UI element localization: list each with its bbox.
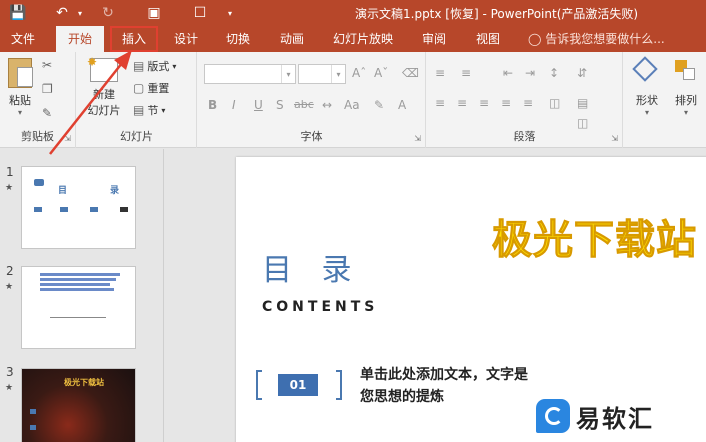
- ribbon-tabs: 文件 开始 插入 设计 切换 动画 幻灯片放映 审阅 视图 ◯ 告诉我您想要做什…: [0, 26, 706, 52]
- layout-button[interactable]: ▤ 版式 ▾: [133, 58, 176, 74]
- slide-number: 3: [6, 365, 14, 379]
- underline-button[interactable]: U: [254, 98, 263, 112]
- undo-dropdown-icon[interactable]: ▾: [70, 3, 90, 23]
- window-title: 演示文稿1.pptx [恢复] - PowerPoint(产品激活失败): [355, 7, 639, 21]
- columns-icon[interactable]: ◫: [549, 96, 560, 110]
- section-icon: ▤: [133, 103, 145, 117]
- highlight-icon[interactable]: ✎: [374, 98, 384, 112]
- slide-thumbnail-2[interactable]: [21, 266, 136, 349]
- align-center-icon[interactable]: ≡: [457, 96, 467, 110]
- slide-number: 2: [6, 264, 14, 278]
- animation-star-icon: ★: [5, 282, 14, 292]
- slide-subtitle[interactable]: CONTENTS: [262, 299, 378, 315]
- justify-icon[interactable]: ≡: [501, 96, 511, 110]
- redo-icon[interactable]: ↻: [98, 3, 118, 23]
- paste-button[interactable]: 粘贴 ▾: [4, 58, 36, 117]
- paragraph-launcher-icon[interactable]: ⇲: [611, 134, 618, 143]
- save-icon[interactable]: 💾: [8, 3, 28, 23]
- font-family-select[interactable]: ▾: [204, 64, 296, 84]
- paragraph-group: ≡ ≡ ⇤ ⇥ ↕ ⇵ ≡ ≡ ≡ ≡ ≡ ◫ ▤ ◫ 段落 ⇲: [427, 52, 623, 148]
- preview-icon[interactable]: ☐: [190, 3, 210, 23]
- animation-star-icon: ★: [5, 183, 14, 193]
- lightbulb-icon: ◯: [528, 32, 542, 46]
- title-bar: 💾 ↶ ▾ ↻ ▣ ☐ ▾ 演示文稿1.pptx [恢复] - PowerPoi…: [0, 0, 706, 26]
- slide-title[interactable]: 目 录: [262, 245, 362, 289]
- tab-insert[interactable]: 插入: [110, 26, 158, 52]
- line-spacing-icon[interactable]: ↕: [549, 66, 559, 80]
- brush-icon: ✎: [42, 106, 53, 120]
- tab-review[interactable]: 审阅: [416, 26, 452, 52]
- chevron-down-icon: ▾: [281, 65, 295, 83]
- strikethrough-button[interactable]: abc: [294, 98, 314, 111]
- brand-logo: 易软汇: [536, 394, 706, 438]
- drawing-group: 形状 ▾ 排列 ▾: [624, 52, 706, 148]
- scissors-icon: ✂: [42, 58, 53, 72]
- align-left-icon[interactable]: ≡: [435, 96, 445, 110]
- copy-button[interactable]: ❐: [42, 82, 53, 96]
- ribbon: 粘贴 ▾ ✂ ❐ ✎ 剪贴板 ⇲ ✸ 新建 幻灯片 ▤ 版式 ▾ ▢ 重置 ▤ 节 ▾ 幻…: [0, 52, 706, 148]
- reset-button[interactable]: ▢ 重置: [133, 80, 169, 96]
- align-right-icon[interactable]: ≡: [479, 96, 489, 110]
- clipboard-group: 粘贴 ▾ ✂ ❐ ✎ 剪贴板 ⇲: [0, 52, 76, 148]
- bold-button[interactable]: B: [208, 98, 217, 112]
- tab-animations[interactable]: 动画: [270, 26, 314, 52]
- brand-mark-icon: [536, 399, 570, 433]
- chevron-down-icon: ▾: [331, 65, 345, 83]
- tab-view[interactable]: 视图: [470, 26, 506, 52]
- copy-icon: ❐: [42, 82, 53, 96]
- tab-slideshow[interactable]: 幻灯片放映: [330, 26, 396, 52]
- right-bracket-shape: [336, 370, 342, 400]
- numbering-icon[interactable]: ≡: [461, 66, 471, 80]
- clipboard-launcher-icon[interactable]: ⇲: [64, 134, 71, 143]
- shapes-icon: [632, 56, 660, 84]
- slide-thumbnail-1[interactable]: 目 录: [21, 166, 136, 249]
- text-direction-icon[interactable]: ⇵: [577, 66, 587, 80]
- bullets-icon[interactable]: ≡: [435, 66, 445, 80]
- pane-splitter[interactable]: [170, 149, 178, 442]
- undo-icon[interactable]: ↶: [52, 3, 72, 23]
- grow-font-icon[interactable]: Aˆ: [352, 66, 366, 80]
- tab-design[interactable]: 设计: [166, 26, 206, 52]
- change-case-icon[interactable]: Aa: [344, 98, 360, 112]
- font-size-select[interactable]: ▾: [298, 64, 346, 84]
- font-group: ▾ ▾ Aˆ Aˇ ⌫ B I U S abc ↔ Aa ✎ A 字体 ⇲: [198, 52, 426, 148]
- shrink-font-icon[interactable]: Aˇ: [374, 66, 388, 80]
- clipboard-icon: [8, 58, 33, 88]
- font-launcher-icon[interactable]: ⇲: [414, 134, 421, 143]
- slideshow-icon[interactable]: ▣: [144, 3, 164, 23]
- left-bracket-shape: [256, 370, 262, 400]
- paste-dropdown-icon: ▾: [17, 108, 22, 117]
- reset-icon: ▢: [133, 81, 145, 95]
- slide-thumbnails-pane[interactable]: 1 ★ 目 录 2 ★ 3 ★ 极光下载站: [0, 149, 164, 442]
- clear-format-icon[interactable]: ⌫: [402, 66, 419, 80]
- italic-button[interactable]: I: [232, 98, 236, 112]
- arrange-icon: [673, 58, 699, 84]
- shadow-button[interactable]: S: [276, 98, 284, 112]
- layout-icon: ▤: [133, 59, 145, 73]
- animation-star-icon: ★: [5, 383, 14, 393]
- char-spacing-icon[interactable]: ↔: [322, 98, 332, 112]
- customize-toolbar-icon[interactable]: ▾: [220, 3, 240, 23]
- arrange-button[interactable]: 排列 ▾: [668, 58, 704, 117]
- new-slide-button[interactable]: ✸ 新建 幻灯片: [81, 55, 127, 118]
- slides-group: ✸ 新建 幻灯片 ▤ 版式 ▾ ▢ 重置 ▤ 节 ▾ 幻灯片: [77, 52, 197, 148]
- align-text-icon[interactable]: ▤: [577, 96, 588, 110]
- format-painter-button[interactable]: ✎: [42, 106, 52, 120]
- font-color-icon[interactable]: A: [398, 98, 406, 112]
- decrease-indent-icon[interactable]: ⇤: [503, 66, 513, 80]
- tab-home[interactable]: 开始: [56, 26, 104, 52]
- tell-me-search[interactable]: ◯ 告诉我您想要做什么...: [528, 26, 665, 52]
- shapes-button[interactable]: 形状 ▾: [628, 56, 666, 117]
- section-button[interactable]: ▤ 节 ▾: [133, 102, 165, 118]
- item-number-badge[interactable]: 01: [278, 374, 318, 396]
- slide-thumbnail-3[interactable]: 极光下载站: [21, 368, 136, 442]
- distributed-icon[interactable]: ≡: [523, 96, 533, 110]
- slide-number: 1: [6, 165, 14, 179]
- cut-button[interactable]: ✂: [42, 58, 52, 72]
- tab-transitions[interactable]: 切换: [218, 26, 258, 52]
- tab-file[interactable]: 文件: [4, 26, 42, 52]
- increase-indent-icon[interactable]: ⇥: [525, 66, 535, 80]
- watermark-text: 极光下载站: [492, 217, 697, 264]
- new-slide-icon: ✸: [87, 55, 118, 82]
